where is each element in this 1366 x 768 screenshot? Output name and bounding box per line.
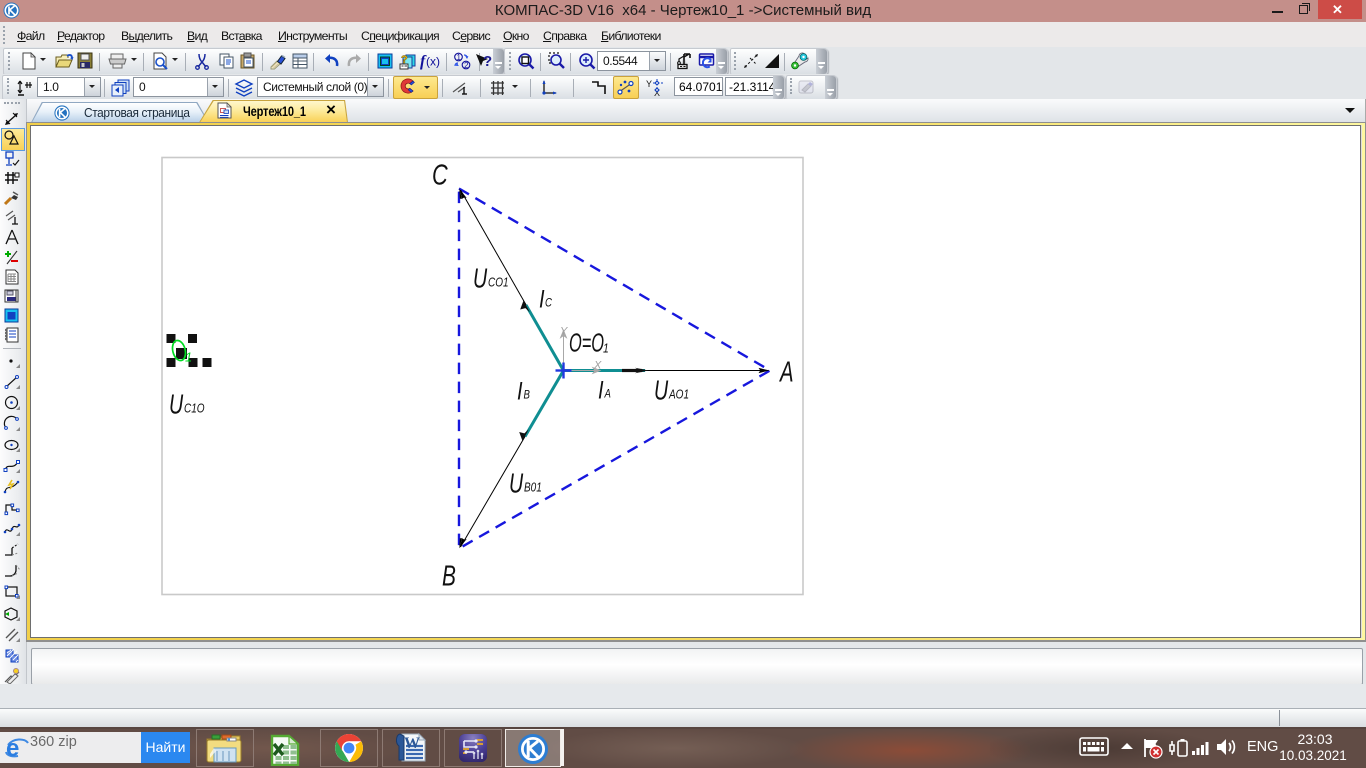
svg-text:?: ? — [483, 53, 492, 70]
svg-text:B01: B01 — [524, 480, 542, 495]
svg-text:A: A — [604, 387, 611, 400]
svg-text:C: C — [432, 159, 448, 191]
svg-text:(x): (x) — [426, 54, 440, 68]
svg-text:AO1: AO1 — [668, 387, 689, 402]
svg-text:C1O: C1O — [184, 401, 205, 416]
svg-text:1: 1 — [457, 53, 462, 62]
svg-text:C: C — [545, 296, 552, 309]
svg-text:Y: Y — [646, 79, 652, 89]
svg-text:I: I — [598, 376, 604, 404]
svg-text:W: W — [404, 735, 420, 752]
svg-text:A: A — [778, 356, 793, 388]
svg-text:U: U — [654, 375, 669, 406]
svg-text:U: U — [473, 263, 488, 294]
svg-text:X: X — [593, 359, 602, 371]
svg-text:?: ? — [401, 54, 408, 66]
svg-text:U: U — [169, 389, 184, 420]
svg-text:I: I — [517, 377, 523, 405]
svg-text:U: U — [509, 468, 524, 499]
svg-text:2: 2 — [464, 61, 469, 70]
svg-text:Y: Y — [560, 325, 568, 337]
svg-text:1: 1 — [185, 349, 192, 364]
svg-text:O=O: O=O — [569, 327, 604, 357]
svg-text:1: 1 — [603, 341, 609, 355]
svg-text:B: B — [442, 560, 456, 592]
svg-text:B: B — [524, 388, 530, 401]
svg-text:CO1: CO1 — [488, 275, 509, 290]
